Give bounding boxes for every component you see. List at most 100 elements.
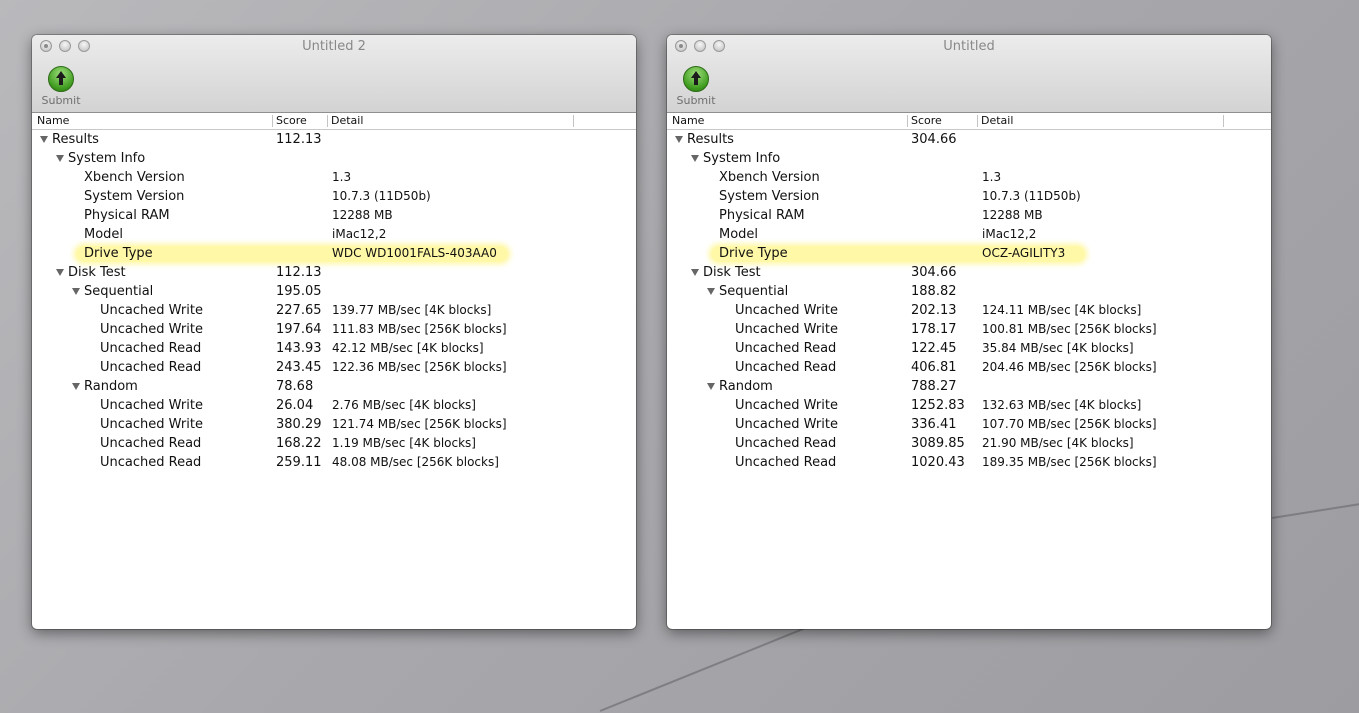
row-name: Uncached Write	[735, 398, 838, 413]
table-row-highlighted[interactable]: Drive Type OCZ-AGILITY3	[667, 244, 1271, 263]
row-score: 336.41	[911, 417, 957, 432]
table-row[interactable]: System Version 10.7.3 (11D50b)	[667, 187, 1271, 206]
table-row[interactable]: Uncached Read 143.93 42.12 MB/sec [4K bloc…	[32, 339, 636, 358]
disclosure-triangle-icon[interactable]	[707, 288, 715, 295]
row-name: System Version	[84, 189, 184, 204]
row-name-text: Sequential	[84, 284, 154, 299]
column-divider[interactable]	[573, 115, 574, 127]
column-divider[interactable]	[272, 115, 273, 127]
table-row[interactable]: Uncached Write 26.04 2.76 MB/sec [4K block…	[32, 396, 636, 415]
table-row[interactable]: Uncached Write 380.29 121.74 MB/sec [256K …	[32, 415, 636, 434]
row-name: Xbench Version	[84, 170, 185, 185]
table-header: Name Score Detail	[32, 113, 636, 130]
table-row[interactable]: Results 304.66	[667, 130, 1271, 149]
table-row[interactable]: Uncached Read 406.81 204.46 MB/sec [256K b…	[667, 358, 1271, 377]
row-name: Physical RAM	[84, 208, 170, 223]
column-divider[interactable]	[907, 115, 908, 127]
table-row[interactable]: Uncached Write 178.17 100.81 MB/sec [256K …	[667, 320, 1271, 339]
row-name: Random	[72, 379, 138, 394]
row-name-text: Drive Type	[84, 246, 153, 261]
table-row[interactable]: Xbench Version 1.3	[32, 168, 636, 187]
table-row[interactable]: System Info	[667, 149, 1271, 168]
row-score: 202.13	[911, 303, 957, 318]
table-row[interactable]: Uncached Write 197.64 111.83 MB/sec [256K …	[32, 320, 636, 339]
row-name-text: System Info	[68, 151, 146, 166]
column-header-name[interactable]: Name	[37, 114, 69, 127]
column-divider[interactable]	[327, 115, 328, 127]
table-row[interactable]: Uncached Read 259.11 48.08 MB/sec [256K bl…	[32, 453, 636, 472]
row-detail: 10.7.3 (11D50b)	[332, 189, 431, 203]
row-name-text: Physical RAM	[84, 208, 170, 223]
row-name: Drive Type	[84, 246, 153, 261]
table-row[interactable]: Sequential 195.05	[32, 282, 636, 301]
table-row[interactable]: Results 112.13	[32, 130, 636, 149]
row-name-text: Uncached Write	[100, 303, 203, 318]
column-header-name[interactable]: Name	[672, 114, 704, 127]
table-row[interactable]: Xbench Version 1.3	[667, 168, 1271, 187]
table-row[interactable]: Physical RAM 12288 MB	[32, 206, 636, 225]
table-row[interactable]: Uncached Read 243.45 122.36 MB/sec [256K b…	[32, 358, 636, 377]
row-name-text: Uncached Read	[100, 436, 202, 451]
row-name: Physical RAM	[719, 208, 805, 223]
table-row[interactable]: Model iMac12,2	[32, 225, 636, 244]
row-score: 380.29	[276, 417, 322, 432]
column-divider[interactable]	[977, 115, 978, 127]
disclosure-triangle-icon[interactable]	[72, 288, 80, 295]
column-header-detail[interactable]: Detail	[981, 114, 1013, 127]
table-row[interactable]: Model iMac12,2	[667, 225, 1271, 244]
table-row[interactable]: Uncached Read 122.45 35.84 MB/sec [4K bloc…	[667, 339, 1271, 358]
disclosure-triangle-icon[interactable]	[675, 136, 683, 143]
column-header-score[interactable]: Score	[276, 114, 307, 127]
table-row[interactable]: Uncached Read 1020.43 189.35 MB/sec [256K …	[667, 453, 1271, 472]
row-name-text: System Version	[84, 189, 185, 204]
row-detail: 111.83 MB/sec [256K blocks]	[332, 322, 507, 336]
row-name-text: Uncached Write	[735, 303, 838, 318]
column-header-detail[interactable]: Detail	[331, 114, 363, 127]
submit-button[interactable]: Submit	[40, 66, 82, 107]
row-name-text: Uncached Read	[735, 341, 837, 356]
row-name: Uncached Read	[735, 360, 836, 375]
submit-button[interactable]: Submit	[675, 66, 717, 107]
row-name-text: Disk Test	[68, 265, 126, 280]
table-row[interactable]: Uncached Write 227.65 139.77 MB/sec [4K bl…	[32, 301, 636, 320]
table-row[interactable]: Uncached Write 202.13 124.11 MB/sec [4K bl…	[667, 301, 1271, 320]
disclosure-triangle-icon[interactable]	[72, 383, 80, 390]
column-divider[interactable]	[1223, 115, 1224, 127]
row-name: Uncached Write	[100, 417, 203, 432]
table-row[interactable]: Disk Test 112.13	[32, 263, 636, 282]
row-detail: 35.84 MB/sec [4K blocks]	[982, 341, 1134, 355]
table-row-highlighted[interactable]: Drive Type WDC WD1001FALS-403AA0	[32, 244, 636, 263]
row-name: System Info	[56, 151, 145, 166]
table-header: Name Score Detail	[667, 113, 1271, 130]
disclosure-triangle-icon[interactable]	[56, 155, 64, 162]
upload-arrow-icon	[48, 66, 74, 92]
table-row[interactable]: Physical RAM 12288 MB	[667, 206, 1271, 225]
row-name-text: Disk Test	[703, 265, 761, 280]
table-row[interactable]: Random 78.68	[32, 377, 636, 396]
column-header-score[interactable]: Score	[911, 114, 942, 127]
row-name-text: Uncached Write	[100, 398, 203, 413]
row-detail: 48.08 MB/sec [256K blocks]	[332, 455, 499, 469]
disclosure-triangle-icon[interactable]	[40, 136, 48, 143]
row-name: Uncached Read	[100, 341, 201, 356]
row-score: 112.13	[276, 132, 322, 147]
disclosure-triangle-icon[interactable]	[707, 383, 715, 390]
row-detail: 12288 MB	[982, 208, 1043, 222]
table-row[interactable]: Random 788.27	[667, 377, 1271, 396]
table-row[interactable]: Uncached Read 3089.85 21.90 MB/sec [4K blo…	[667, 434, 1271, 453]
table-row[interactable]: Sequential 188.82	[667, 282, 1271, 301]
row-score: 112.13	[276, 265, 322, 280]
row-name-text: Uncached Read	[735, 360, 837, 375]
disclosure-triangle-icon[interactable]	[691, 155, 699, 162]
disclosure-triangle-icon[interactable]	[56, 269, 64, 276]
disclosure-triangle-icon[interactable]	[691, 269, 699, 276]
table-row[interactable]: Uncached Write 1252.83 132.63 MB/sec [4K b…	[667, 396, 1271, 415]
row-name-text: Uncached Write	[100, 322, 203, 337]
table-row[interactable]: Uncached Write 336.41 107.70 MB/sec [256K …	[667, 415, 1271, 434]
table-row[interactable]: Uncached Read 168.22 1.19 MB/sec [4K block…	[32, 434, 636, 453]
table-row[interactable]: System Version 10.7.3 (11D50b)	[32, 187, 636, 206]
table-row[interactable]: Disk Test 304.66	[667, 263, 1271, 282]
table-row[interactable]: System Info	[32, 149, 636, 168]
row-score: 26.04	[276, 398, 314, 413]
row-name-text: Results	[52, 132, 99, 147]
